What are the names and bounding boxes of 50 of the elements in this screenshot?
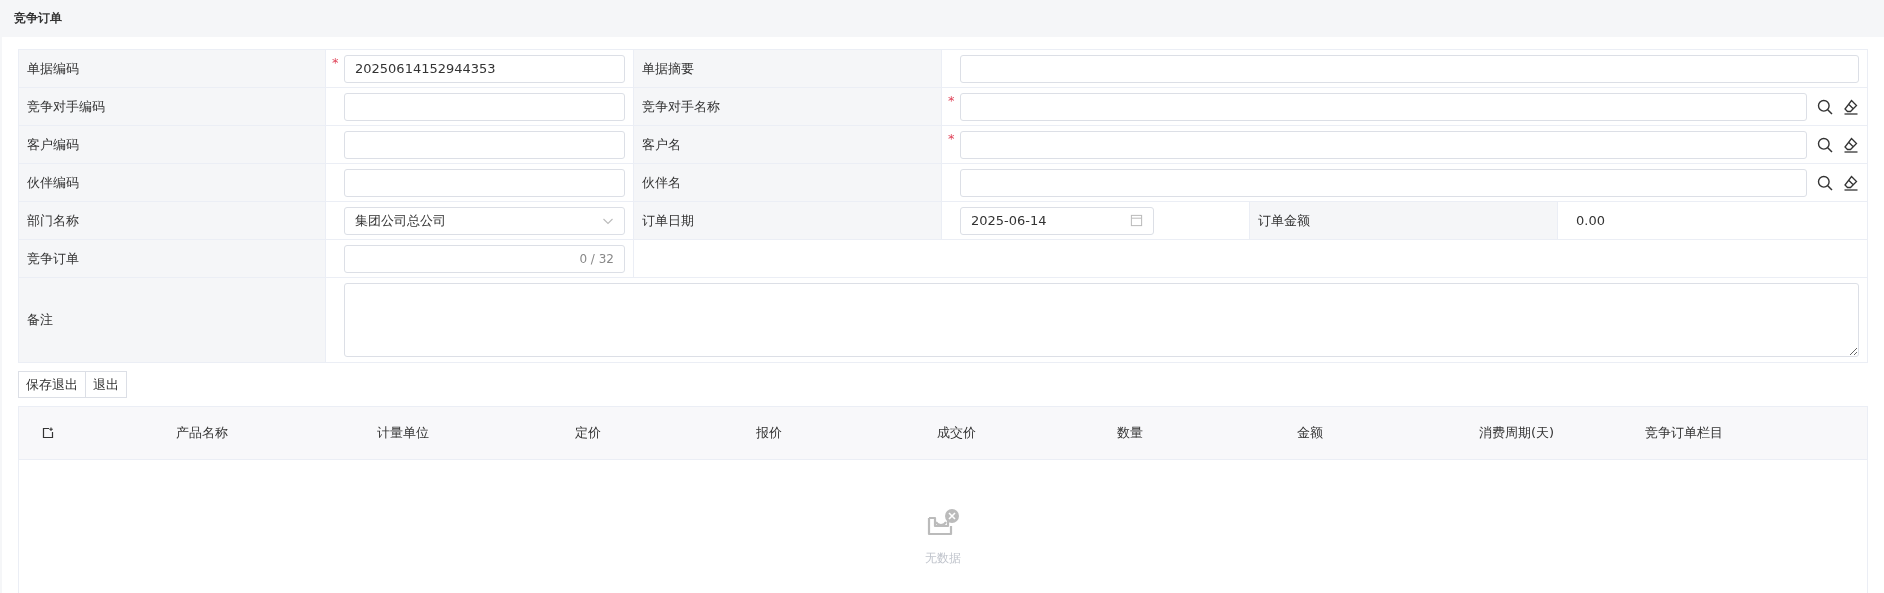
eraser-icon[interactable] [1843,136,1859,153]
field-label: 伙伴编码 [27,173,79,192]
input-field[interactable] [960,92,1807,121]
eraser-icon[interactable] [1843,174,1859,191]
input-field[interactable] [960,130,1807,159]
column-header: 计量单位 [377,424,429,442]
column-settings-icon[interactable] [42,427,54,439]
column-header: 竞争订单栏目 [1645,424,1723,442]
field-label: 单据摘要 [642,59,694,78]
page-title: 竞争订单 [14,10,62,27]
field-label: 竞争对手名称 [642,97,720,116]
field-label: 竞争订单 [27,249,79,268]
column-header: 定价 [575,424,601,442]
search-icon[interactable] [1817,136,1833,153]
required-mark: * [332,55,339,70]
eraser-icon[interactable] [1843,98,1859,115]
column-header: 消费周期(天) [1479,424,1555,442]
field-label: 订单金额 [1258,211,1310,230]
input-field[interactable]: 0 / 32 [344,244,625,273]
calendar-icon [1130,214,1143,227]
required-mark: * [948,93,955,108]
field-label: 伙伴名 [642,173,681,192]
required-mark: * [948,131,955,146]
field-label: 竞争对手编码 [27,97,105,116]
input-field[interactable] [960,168,1807,197]
field-label: 客户名 [642,135,681,154]
field-label: 部门名称 [27,211,79,230]
input-field[interactable]: 20250614152944353 [344,54,625,83]
column-header: 数量 [1117,424,1143,442]
toolbar-button[interactable]: 退出 [86,371,127,398]
field-label: 备注 [27,311,53,329]
search-icon[interactable] [1817,98,1833,115]
amount-value: 0.00 [1575,213,1605,228]
column-header: 成交价 [937,424,976,442]
field-label: 订单日期 [642,211,694,230]
column-header: 金额 [1297,424,1323,442]
column-header: 报价 [756,424,782,442]
empty-message: 无数据 [925,550,961,567]
search-icon[interactable] [1817,174,1833,191]
field-label: 单据编码 [27,59,79,78]
input-field[interactable] [344,168,625,197]
input-field[interactable] [960,54,1859,83]
field-label: 客户编码 [27,135,79,154]
toolbar-button[interactable]: 保存退出 [18,371,86,398]
input-field[interactable] [344,130,625,159]
remarks-field[interactable] [344,283,1859,357]
column-header: 产品名称 [176,424,228,442]
input-field[interactable] [344,92,625,121]
date-field[interactable]: 2025-06-14 [960,206,1154,235]
dropdown[interactable]: 集团公司总公司 [344,206,625,235]
